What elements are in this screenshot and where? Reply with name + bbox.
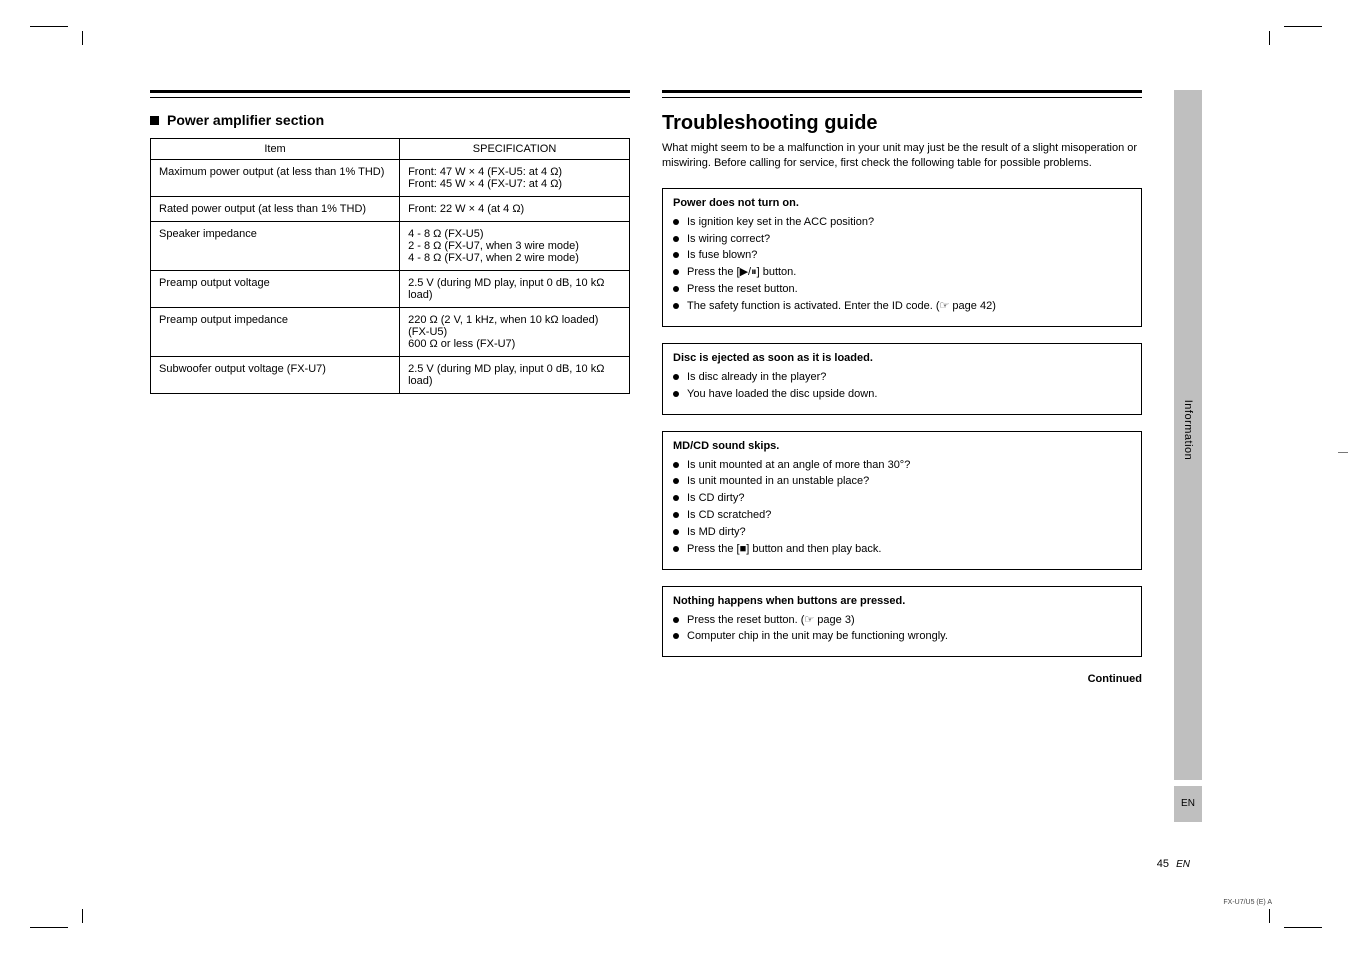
left-column: Power amplifier section Item SPECIFICATI… [150, 90, 630, 870]
trouble-box: Nothing happens when buttons are pressed… [662, 586, 1142, 658]
table-row: Speaker impedance4 - 8 Ω (FX-U5) 2 - 8 Ω… [151, 222, 630, 271]
table-cell-spec: 2.5 V (during MD play, input 0 dB, 10 kΩ… [400, 271, 630, 308]
list-item: Press the [▶/⏸] button. [673, 265, 1131, 280]
table-cell-item: Speaker impedance [151, 222, 400, 271]
sidebar-label: Information [1182, 400, 1194, 461]
divider-heavy [662, 90, 1142, 93]
table-cell-item: Preamp output impedance [151, 308, 400, 357]
spec-table: Item SPECIFICATION Maximum power output … [150, 138, 630, 394]
cause-list: Is unit mounted at an angle of more than… [673, 458, 1131, 557]
list-item: Is CD dirty? [673, 491, 1131, 506]
trouble-box: Disc is ejected as soon as it is loaded.… [662, 343, 1142, 415]
table-row: Subwoofer output voltage (FX-U7)2.5 V (d… [151, 357, 630, 394]
table-header-item: Item [151, 139, 400, 160]
table-cell-item: Preamp output voltage [151, 271, 400, 308]
list-item: Is disc already in the player? [673, 370, 1131, 385]
table-cell-item: Maximum power output (at less than 1% TH… [151, 160, 400, 197]
continued-label: Continued [662, 673, 1142, 685]
list-item: Is MD dirty? [673, 525, 1131, 540]
list-item: You have loaded the disc upside down. [673, 387, 1131, 402]
right-column: Troubleshooting guide What might seem to… [662, 90, 1142, 870]
trouble-box: MD/CD sound skips. Is unit mounted at an … [662, 431, 1142, 570]
table-cell-spec: Front: 22 W × 4 (at 4 Ω) [400, 197, 630, 222]
table-cell-item: Subwoofer output voltage (FX-U7) [151, 357, 400, 394]
symptom-text: MD/CD sound skips. [673, 440, 1131, 452]
cause-list: Is disc already in the player? You have l… [673, 370, 1131, 402]
table-header-spec: SPECIFICATION [400, 139, 630, 160]
cause-list: Is ignition key set in the ACC position?… [673, 215, 1131, 314]
list-item: Press the reset button. [673, 282, 1131, 297]
list-item: Is unit mounted in an unstable place? [673, 474, 1131, 489]
list-item: Is CD scratched? [673, 508, 1131, 523]
crop-mark-bl [30, 904, 90, 934]
sidebar-lang-tab: EN [1174, 786, 1202, 822]
footer-code: FX-U7/U5 (E) A [1223, 899, 1272, 906]
list-item: The safety function is activated. Enter … [673, 299, 1131, 314]
table-row: Preamp output impedance220 Ω (2 V, 1 kHz… [151, 308, 630, 357]
cause-list: Press the reset button. (☞ page 3)Comput… [673, 613, 1131, 645]
table-row: Rated power output (at less than 1% THD)… [151, 197, 630, 222]
sidebar: Information EN [1174, 90, 1202, 870]
divider-heavy [150, 90, 630, 93]
list-item: Computer chip in the unit may be functio… [673, 629, 1131, 644]
list-item: Press the reset button. (☞ page 3) [673, 613, 1131, 628]
table-row: Maximum power output (at less than 1% TH… [151, 160, 630, 197]
crop-mark-br [1262, 904, 1322, 934]
crop-mark-tl [30, 20, 90, 50]
section-heading: Power amplifier section [150, 112, 630, 128]
table-cell-spec: Front: 47 W × 4 (FX-U5: at 4 Ω) Front: 4… [400, 160, 630, 197]
symptom-text: Nothing happens when buttons are pressed… [673, 595, 1131, 607]
divider-thin [150, 97, 630, 98]
list-item: Is unit mounted at an angle of more than… [673, 458, 1131, 473]
list-item: Is wiring correct? [673, 232, 1131, 247]
trouble-box: Power does not turn on. Is ignition key s… [662, 188, 1142, 327]
list-item: Press the [■] button and then play back. [673, 542, 1131, 557]
symptom-text: Power does not turn on. [673, 197, 1131, 209]
divider-thin [662, 97, 1142, 98]
edge-dash [1338, 452, 1348, 453]
heading-text: Power amplifier section [167, 112, 324, 128]
table-cell-item: Rated power output (at less than 1% THD) [151, 197, 400, 222]
table-cell-spec: 220 Ω (2 V, 1 kHz, when 10 kΩ loaded) (F… [400, 308, 630, 357]
list-item: Is fuse blown? [673, 248, 1131, 263]
square-bullet-icon [150, 116, 159, 125]
troubleshooting-intro: What might seem to be a malfunction in y… [662, 141, 1142, 172]
table-row: Preamp output voltage2.5 V (during MD pl… [151, 271, 630, 308]
symptom-text: Disc is ejected as soon as it is loaded. [673, 352, 1131, 364]
crop-mark-tr [1262, 20, 1322, 50]
table-cell-spec: 4 - 8 Ω (FX-U5) 2 - 8 Ω (FX-U7, when 3 w… [400, 222, 630, 271]
troubleshooting-title: Troubleshooting guide [662, 112, 1142, 135]
table-cell-spec: 2.5 V (during MD play, input 0 dB, 10 kΩ… [400, 357, 630, 394]
sidebar-tab: Information [1174, 90, 1202, 780]
list-item: Is ignition key set in the ACC position? [673, 215, 1131, 230]
